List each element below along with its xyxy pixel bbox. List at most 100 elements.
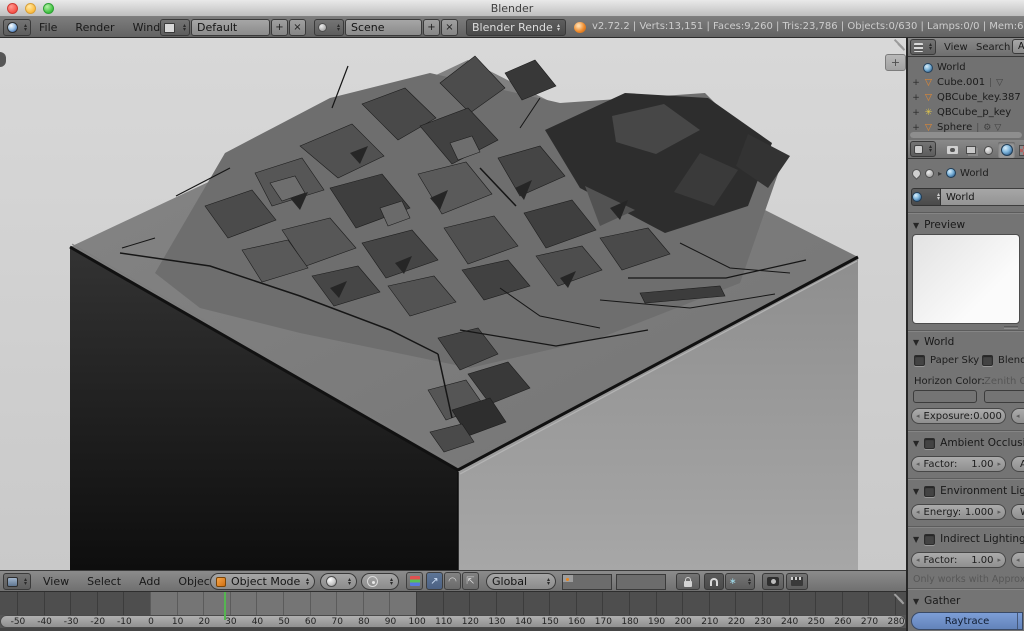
env-color-dropdown[interactable]: White	[1011, 504, 1024, 520]
editor-type-button-properties[interactable]: ▴▾	[910, 141, 936, 157]
expand-icon[interactable]: +	[910, 108, 922, 118]
layer-cell[interactable]	[592, 582, 602, 589]
layers-grid-b[interactable]	[616, 574, 666, 590]
layer-cell[interactable]	[646, 575, 656, 582]
layer-cell[interactable]	[582, 582, 592, 589]
manipulator-toggle-button[interactable]	[406, 572, 423, 590]
outliner-item-qbcube_p_key[interactable]: +✳QBCube_p_key	[910, 105, 1011, 120]
viewport-3d[interactable]: +	[0, 38, 906, 570]
blend-sky-checkbox[interactable]	[982, 355, 993, 366]
outliner-display-mode-dropdown[interactable]: All Scenes	[1012, 39, 1024, 54]
editor-type-button-outliner[interactable]: ▴▾	[910, 39, 936, 55]
translate-manipulator-button[interactable]: ↗	[426, 572, 443, 590]
delete-layout-button[interactable]: ×	[289, 19, 306, 36]
layer-cell[interactable]	[573, 575, 583, 582]
add-layout-button[interactable]: +	[271, 19, 288, 36]
env-energy-slider[interactable]: ◂ Energy: 1.000 ▸	[911, 504, 1006, 520]
mesh-icon[interactable]: ▽	[994, 123, 1001, 133]
horizon-color-swatch[interactable]	[913, 390, 977, 403]
panel-indirect-lighting[interactable]: ▼ Indirect Lighting	[913, 532, 1024, 546]
snap-element-dropdown[interactable]: ∗ ▴▾	[725, 573, 755, 590]
layer-cell[interactable]	[563, 582, 573, 589]
menu-select[interactable]: Select	[78, 575, 130, 588]
exposure-slider[interactable]: ◂ Exposure: 0.000 ▸	[911, 408, 1006, 424]
add-scene-button[interactable]: +	[423, 19, 440, 36]
outliner-search-menu[interactable]: Search	[976, 42, 1010, 53]
delete-scene-button[interactable]: ×	[441, 19, 458, 36]
layer-cell[interactable]	[646, 582, 656, 589]
panel-preview[interactable]: ▼ Preview	[913, 218, 965, 232]
environment-lighting-checkbox[interactable]	[924, 486, 935, 497]
ao-factor-slider[interactable]: ◂ Factor: 1.00 ▸	[911, 456, 1006, 472]
layer-cell[interactable]	[627, 575, 637, 582]
indirect-bounces-slider[interactable]: ◂	[1011, 552, 1024, 568]
panel-ambient-occlusion[interactable]: ▼ Ambient Occlusion	[913, 436, 1024, 450]
tab-texture[interactable]	[1016, 142, 1024, 158]
render-image-button[interactable]	[762, 573, 784, 590]
timeline-resize-corner[interactable]	[892, 593, 905, 606]
expand-icon[interactable]: +	[910, 123, 922, 133]
screen-layout-button[interactable]: ▴▾	[160, 19, 190, 36]
menu-view[interactable]: View	[34, 575, 78, 588]
tab-scene[interactable]	[980, 142, 997, 158]
menu-file[interactable]: File	[30, 21, 66, 34]
panel-gather[interactable]: ▼ Gather	[913, 594, 960, 608]
outliner-view-menu[interactable]: View	[944, 42, 968, 53]
viewport-shading-dropdown[interactable]: ▴▾	[320, 573, 357, 590]
layer-cell[interactable]	[617, 582, 627, 589]
scene-name-field[interactable]: Scene	[345, 19, 422, 36]
layer-cell[interactable]	[655, 582, 665, 589]
outliner-scrollbar[interactable]	[910, 132, 1022, 138]
layer-cell[interactable]	[636, 575, 646, 582]
timeline-tracks[interactable]	[0, 592, 906, 615]
tab-world[interactable]	[998, 142, 1015, 158]
gather-approximate-button[interactable]	[1017, 613, 1022, 629]
wrench-icon[interactable]: ⚙	[983, 123, 991, 133]
transform-orientation-dropdown[interactable]: Global ▴▾	[486, 573, 556, 590]
layer-cell[interactable]	[627, 582, 637, 589]
ambient-occlusion-checkbox[interactable]	[924, 438, 935, 449]
layer-cell[interactable]	[582, 575, 592, 582]
panel-resize-grip[interactable]	[1004, 326, 1018, 329]
timeline-playhead[interactable]	[224, 592, 226, 620]
mesh-icon[interactable]: ▽	[996, 78, 1003, 88]
expand-icon[interactable]: +	[910, 93, 922, 103]
menu-add[interactable]: Add	[130, 575, 169, 588]
layer-cell[interactable]	[601, 575, 611, 582]
layer-cell[interactable]	[573, 582, 583, 589]
indirect-lighting-checkbox[interactable]	[924, 534, 935, 545]
properties-shelf-expand-button[interactable]: +	[885, 54, 906, 71]
world-browse-button[interactable]: ▴▾	[911, 188, 941, 206]
render-engine-dropdown[interactable]: Blender Render ▴▾	[466, 19, 566, 36]
editor-type-button-3dview[interactable]: ▴▾	[3, 573, 31, 590]
layer-cell[interactable]	[617, 575, 627, 582]
editor-type-button[interactable]: ▴▾	[3, 19, 31, 36]
expand-icon[interactable]: +	[910, 78, 922, 88]
area-resize-corner[interactable]	[891, 39, 905, 53]
pin-icon[interactable]	[910, 167, 923, 180]
layer-cell[interactable]	[655, 575, 665, 582]
lock-to-scene-button[interactable]	[676, 573, 700, 590]
layers-grid-a[interactable]	[562, 574, 612, 590]
render-animation-button[interactable]	[786, 573, 808, 590]
screen-layout-field[interactable]: Default	[191, 19, 270, 36]
indirect-factor-slider[interactable]: ◂ Factor: 1.00 ▸	[911, 552, 1006, 568]
scene-selector-button[interactable]: ▴▾	[314, 19, 344, 36]
outliner-item-cube.001[interactable]: +▽Cube.001|▽	[910, 75, 1006, 90]
gather-raytrace-button[interactable]: Raytrace	[911, 612, 1023, 630]
tab-render[interactable]	[944, 142, 961, 158]
paper-sky-checkbox[interactable]	[914, 355, 925, 366]
world-name-field[interactable]: World	[941, 188, 1024, 206]
menu-render[interactable]: Render	[66, 21, 123, 34]
panel-world[interactable]: ▼ World	[913, 335, 954, 349]
scale-manipulator-button[interactable]: ⇱	[462, 572, 479, 590]
outliner-item-qbcube_key.387[interactable]: +▽QBCube_key.387|▽	[910, 90, 1024, 105]
ao-blend-mode-dropdown[interactable]: Add	[1011, 456, 1024, 472]
layer-cell[interactable]	[601, 582, 611, 589]
layer-cell[interactable]	[636, 582, 646, 589]
pivot-point-dropdown[interactable]: ▴▾	[361, 573, 399, 590]
range-slider[interactable]: ◂	[1011, 408, 1024, 424]
timeline-ruler[interactable]: -50-40-30-20-100102030405060708090100110…	[0, 615, 906, 628]
layer-cell[interactable]	[563, 575, 573, 582]
rotate-manipulator-button[interactable]: ◠	[444, 572, 461, 590]
